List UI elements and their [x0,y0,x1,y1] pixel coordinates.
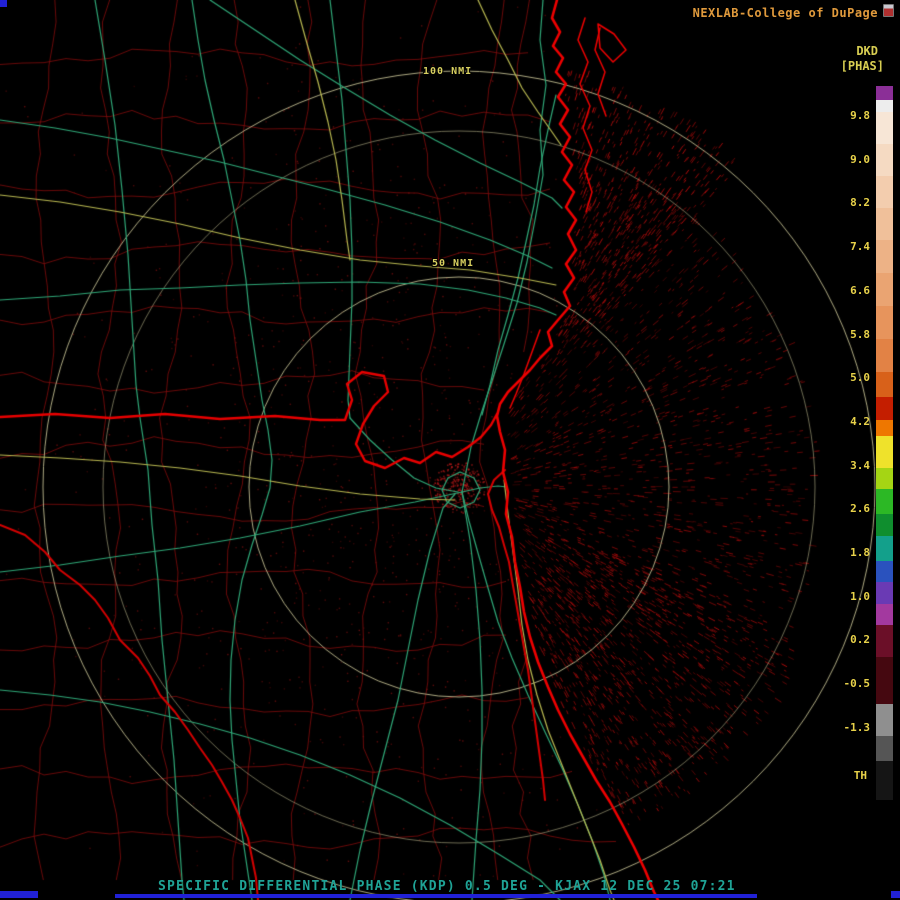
colorbar-tick-label: 2.6 [850,502,870,515]
colorbar-tick-label: 5.0 [850,371,870,384]
colorbar-tick-label: 4.2 [850,415,870,428]
colorbar-segment [876,435,893,468]
colorbar-segment [876,760,893,800]
top-left-corner-mark [0,0,7,7]
colorbar-tick-label: 5.8 [850,328,870,341]
colorbar-segment [876,338,893,372]
attribution-text: NEXLAB-College of DuPage [692,6,878,20]
colorbar-tick-label: 0.2 [850,633,870,646]
colorbar-segment [876,603,893,626]
colorbar-segment [876,420,893,436]
colorbar-tick-label: 7.4 [850,240,870,253]
colorbar-tick-label: 9.0 [850,153,870,166]
colorbar-tick-label: 1.8 [850,546,870,559]
colorbar-segment [876,489,893,515]
colorbar-segment [876,175,893,209]
colorbar-segment [876,86,893,101]
colorbar-segment [876,582,893,604]
bottom-underline-bar [115,894,757,898]
colorbar-tick-label: 3.4 [850,459,870,472]
range-ring-label-100nmi: 100 NMI [423,66,473,77]
colorbar-segment [876,208,893,241]
colorbar-segment [876,735,893,761]
colorbar [876,86,893,800]
colorbar-tick-label: 6.6 [850,284,870,297]
colorbar-segment [876,111,893,144]
colorbar-segment [876,467,893,490]
radar-map-canvas [0,0,900,900]
colorbar-tick-label: 8.2 [850,196,870,209]
colorbar-segment [876,535,893,561]
colorbar-tick-label: -0.5 [843,677,871,690]
cod-logo-icon [883,4,894,17]
product-code-label: DKD [856,44,878,58]
colorbar-segment [876,240,893,274]
colorbar-segment [876,703,893,736]
colorbar-segment [876,396,893,421]
colorbar-segment [876,305,893,339]
colorbar-tick-label: -1.3 [843,721,871,734]
colorbar-segment [876,143,893,176]
colorbar-segment [876,273,893,306]
bottom-left-bar [0,891,38,898]
colorbar-segment [876,625,893,658]
colorbar-segment [876,514,893,536]
radar-display: NEXLAB-College of DuPage DKD [PHAS] 9.8 9… [0,0,900,900]
colorbar-segment [876,560,893,583]
colorbar-tick-label: 9.8 [850,109,870,122]
colorbar-threshold-label: TH [853,769,867,782]
product-title: SPECIFIC DIFFERENTIAL PHASE (KDP) 0.5 DE… [158,879,736,894]
product-units-label: [PHAS] [840,59,884,73]
bottom-right-bar [891,891,900,898]
colorbar-segment [876,657,893,704]
colorbar-segment [876,100,893,112]
colorbar-segment [876,371,893,397]
colorbar-tick-label: 1.0 [850,590,870,603]
range-ring-label-50nmi: 50 NMI [432,258,475,269]
